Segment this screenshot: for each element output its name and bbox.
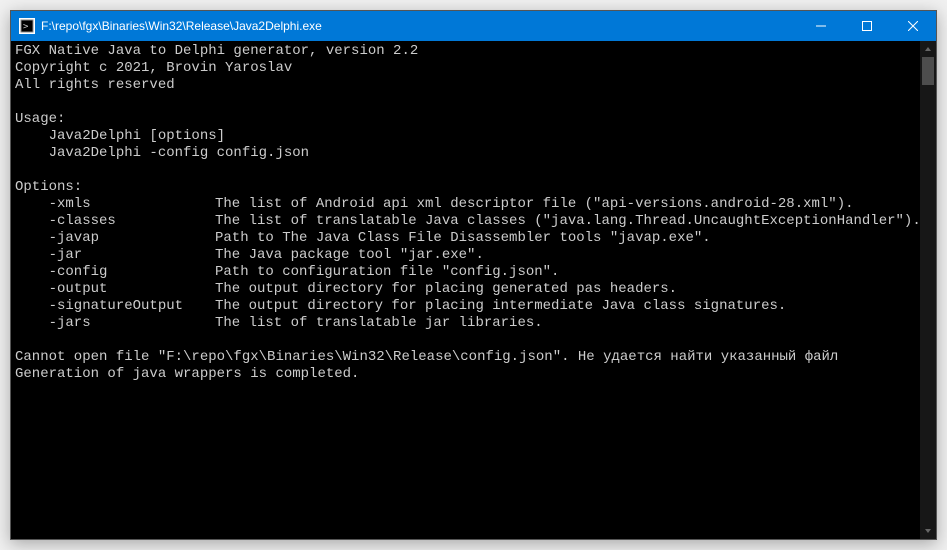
option-desc: The output directory for placing generat… bbox=[215, 281, 677, 297]
scrollbar-down-button[interactable] bbox=[920, 523, 936, 539]
maximize-button[interactable] bbox=[844, 11, 890, 41]
option-desc: The list of translatable jar libraries. bbox=[215, 315, 543, 331]
window-controls bbox=[798, 11, 936, 41]
vertical-scrollbar[interactable] bbox=[920, 41, 936, 539]
option-desc: Path to The Java Class File Disassembler… bbox=[215, 230, 711, 246]
option-desc: The Java package tool "jar.exe". bbox=[215, 247, 484, 263]
console-body: FGX Native Java to Delphi generator, ver… bbox=[11, 41, 936, 539]
svg-text:>: > bbox=[23, 22, 29, 32]
console-window: > F:\repo\fgx\Binaries\Win32\Release\Jav… bbox=[10, 10, 937, 540]
option-flag: -javap bbox=[15, 230, 215, 247]
usage-line-1: Java2Delphi [options] bbox=[15, 128, 225, 144]
close-icon bbox=[908, 21, 918, 31]
header-line-3: All rights reserved bbox=[15, 77, 175, 93]
option-flag: -signatureOutput bbox=[15, 298, 215, 315]
minimize-button[interactable] bbox=[798, 11, 844, 41]
option-flag: -config bbox=[15, 264, 215, 281]
option-flag: -jar bbox=[15, 247, 215, 264]
app-icon: > bbox=[19, 18, 35, 34]
chevron-up-icon bbox=[924, 45, 932, 53]
header-line-1: FGX Native Java to Delphi generator, ver… bbox=[15, 43, 418, 59]
console-output[interactable]: FGX Native Java to Delphi generator, ver… bbox=[11, 41, 920, 539]
usage-line-2: Java2Delphi -config config.json bbox=[15, 145, 309, 161]
minimize-icon bbox=[816, 21, 826, 31]
titlebar[interactable]: > F:\repo\fgx\Binaries\Win32\Release\Jav… bbox=[11, 11, 936, 41]
option-desc: The list of translatable Java classes ("… bbox=[215, 213, 920, 229]
option-flag: -jars bbox=[15, 315, 215, 332]
scrollbar-up-button[interactable] bbox=[920, 41, 936, 57]
error-line: Cannot open file "F:\repo\fgx\Binaries\W… bbox=[15, 349, 838, 365]
close-button[interactable] bbox=[890, 11, 936, 41]
option-desc: The list of Android api xml descriptor f… bbox=[215, 196, 854, 212]
usage-label: Usage: bbox=[15, 111, 65, 127]
window-title: F:\repo\fgx\Binaries\Win32\Release\Java2… bbox=[41, 19, 798, 33]
completion-line: Generation of java wrappers is completed… bbox=[15, 366, 359, 382]
options-label: Options: bbox=[15, 179, 82, 195]
scrollbar-thumb[interactable] bbox=[922, 57, 934, 85]
option-flag: -xmls bbox=[15, 196, 215, 213]
chevron-down-icon bbox=[924, 527, 932, 535]
option-flag: -classes bbox=[15, 213, 215, 230]
option-desc: Path to configuration file "config.json"… bbox=[215, 264, 559, 280]
option-desc: The output directory for placing interme… bbox=[215, 298, 786, 314]
header-line-2: Copyright c 2021, Brovin Yaroslav bbox=[15, 60, 292, 76]
maximize-icon bbox=[862, 21, 872, 31]
option-flag: -output bbox=[15, 281, 215, 298]
